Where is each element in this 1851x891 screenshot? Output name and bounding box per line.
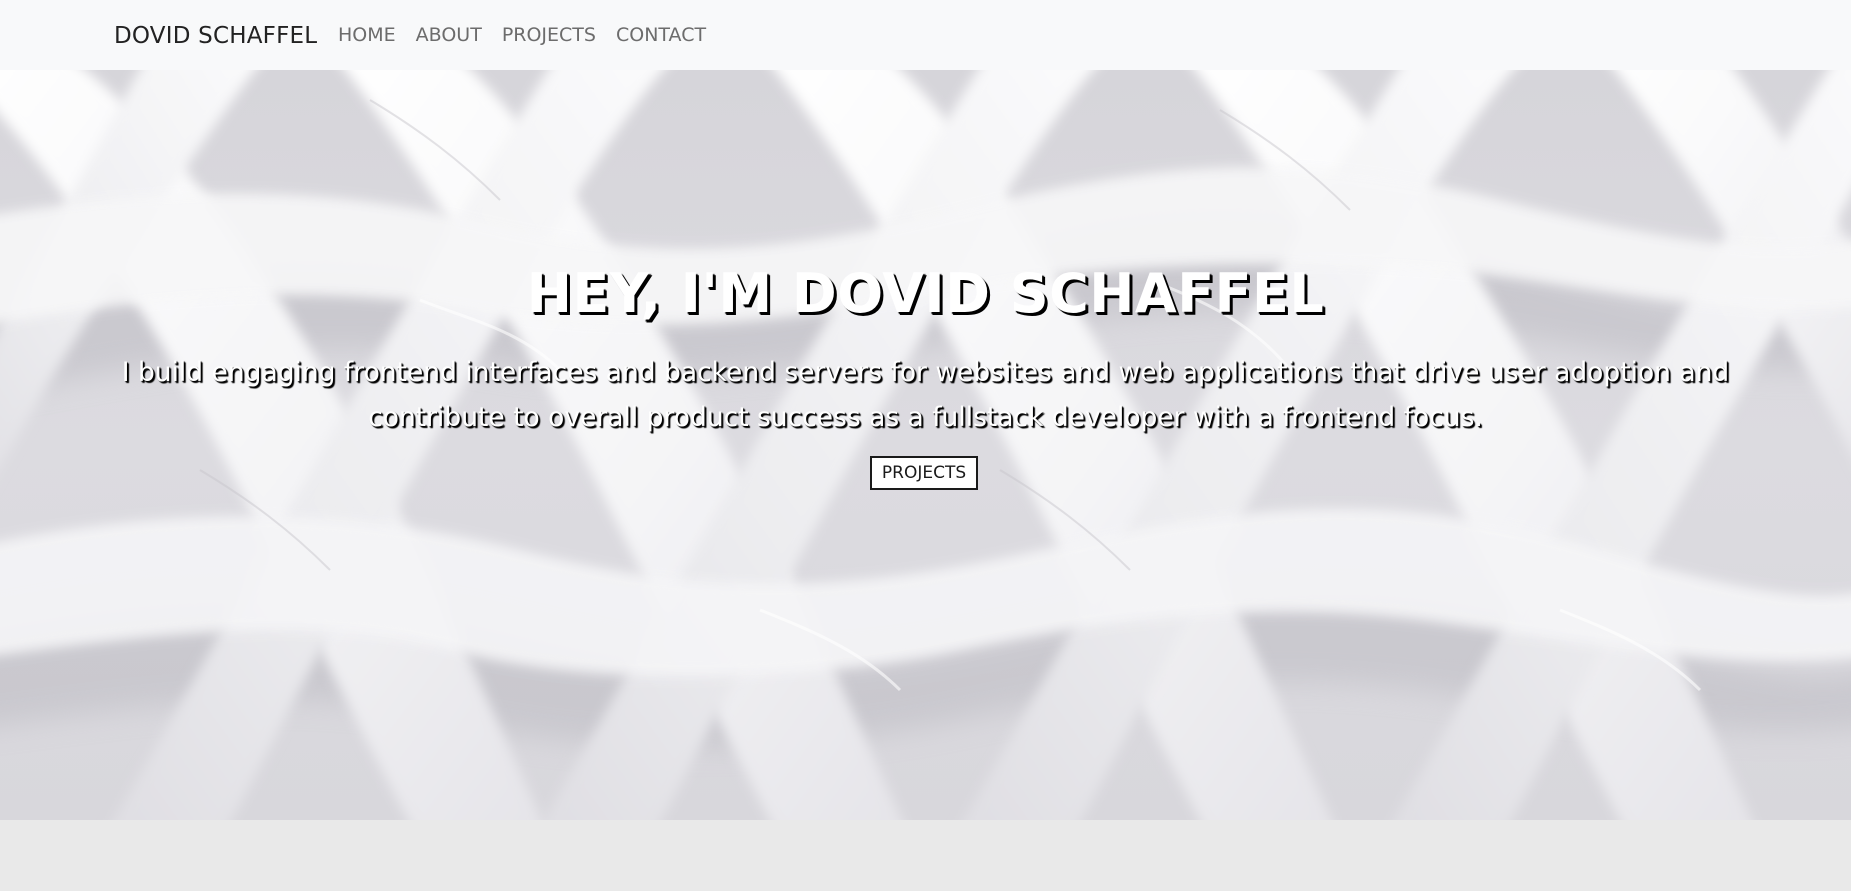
nav-link-about[interactable]: ABOUT (406, 0, 492, 71)
hero-background-image (0, 70, 1851, 820)
navbar: DOVID SCHAFFEL HOME ABOUT PROJECTS CONTA… (0, 0, 1851, 70)
hero-section: HEY, I'M DOVID SCHAFFEL I build engaging… (0, 70, 1851, 820)
hero-subtitle: I build engaging frontend interfaces and… (121, 357, 1730, 433)
nav-link-projects[interactable]: PROJECTS (492, 0, 606, 71)
brand-link[interactable]: DOVID SCHAFFEL (114, 0, 317, 70)
projects-button[interactable]: PROJECTS (870, 456, 978, 490)
nav-links: HOME ABOUT PROJECTS CONTACT (338, 0, 716, 70)
nav-link-contact[interactable]: CONTACT (606, 0, 716, 71)
nav-link-home[interactable]: HOME (338, 0, 406, 71)
hero-title: HEY, I'M DOVID SCHAFFEL (526, 262, 1325, 325)
page-bottom-area (0, 820, 1851, 891)
